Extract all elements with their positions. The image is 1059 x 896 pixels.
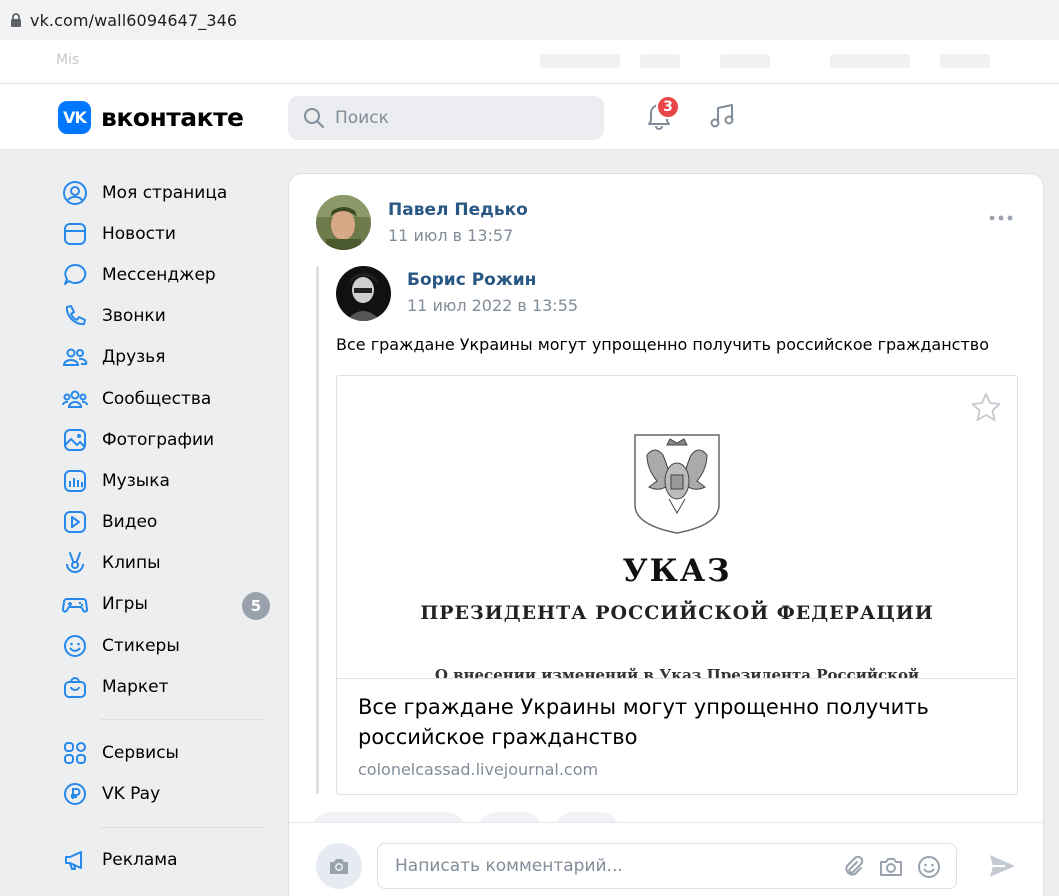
send-icon[interactable]	[987, 851, 1017, 881]
search-input[interactable]	[335, 108, 585, 128]
sidebar-item-communities[interactable]: Сообщества	[60, 378, 270, 419]
sidebar-item-label: Друзья	[102, 347, 166, 368]
comment-input[interactable]	[395, 856, 825, 876]
lock-icon	[6, 13, 26, 27]
sidebar-item-label: Мессенджер	[102, 264, 216, 285]
vk-logo[interactable]: VK вконтакте	[58, 101, 244, 134]
sidebar-item-label: Фотографии	[102, 429, 215, 450]
music-icon	[60, 466, 90, 496]
phone-icon	[60, 301, 90, 331]
left-sidebar: Моя страница Новости Мессенджер Звонки Д…	[60, 172, 270, 881]
sidebar-item-label: Новости	[102, 223, 176, 244]
post-author-name[interactable]: Павел Педько	[388, 200, 528, 220]
site-header: VK вконтакте 3	[0, 84, 1059, 150]
camera-icon[interactable]	[878, 854, 904, 880]
repost-author-avatar[interactable]	[336, 266, 391, 321]
repost-indent-bar	[316, 266, 319, 794]
decree-subtitle: ПРЕЗИДЕНТА РОССИЙСКОЙ ФЕДЕРАЦИИ	[420, 602, 934, 624]
music-player-button[interactable]	[706, 99, 740, 133]
gamepad-icon	[60, 589, 90, 619]
current-user-avatar[interactable]	[316, 843, 362, 889]
sidebar-item-label: VK Pay	[102, 784, 161, 805]
music-note-icon	[710, 104, 734, 128]
market-icon	[60, 672, 90, 702]
sidebar-item-label: Игры	[102, 594, 148, 615]
search-icon	[304, 108, 324, 128]
sidebar-item-my-page[interactable]: Моя страница	[60, 172, 270, 213]
sidebar-item-label: Видео	[102, 512, 158, 533]
search-box[interactable]	[288, 96, 604, 140]
sidebar-item-label: Сервисы	[102, 743, 179, 764]
vkpay-icon	[60, 779, 90, 809]
services-icon	[60, 738, 90, 768]
sidebar-item-label: Звонки	[102, 306, 166, 327]
link-preview-image[interactable]: УКАЗ ПРЕЗИДЕНТА РОССИЙСКОЙ ФЕДЕРАЦИИ О в…	[337, 376, 1017, 679]
link-title[interactable]: Все граждане Украины могут упрощенно пол…	[358, 692, 978, 752]
notifications-button[interactable]: 3	[642, 95, 680, 132]
repost-author-name[interactable]: Борис Рожин	[407, 270, 536, 290]
sidebar-item-photos[interactable]: Фотографии	[60, 419, 270, 460]
more-options-icon[interactable]	[989, 214, 1013, 222]
sidebar-item-news[interactable]: Новости	[60, 213, 270, 254]
sidebar-item-music[interactable]: Музыка	[60, 460, 270, 501]
newsfeed-icon	[60, 219, 90, 249]
sidebar-item-label: Реклама	[102, 850, 178, 871]
sidebar-item-stickers[interactable]: Стикеры	[60, 625, 270, 666]
sidebar-item-games[interactable]: Игры 5	[60, 584, 270, 625]
sidebar-item-label: Сообщества	[102, 388, 212, 409]
sidebar-item-services[interactable]: Сервисы	[60, 732, 270, 773]
communities-icon	[60, 384, 90, 414]
address-url[interactable]: vk.com/wall6094647_346	[30, 11, 237, 30]
sidebar-item-label: Музыка	[102, 470, 170, 491]
user-circle-icon	[60, 178, 90, 208]
smile-icon	[60, 631, 90, 661]
wall-post: Павел Педько 11 июл в 13:57 Борис Рожин …	[288, 173, 1044, 896]
decree-title: УКАЗ	[622, 553, 732, 589]
post-text: Все граждане Украины могут упрощенно пол…	[336, 335, 990, 354]
post-timestamp[interactable]: 11 июл в 13:57	[388, 226, 513, 245]
coat-of-arms-icon	[634, 434, 720, 534]
comment-field[interactable]	[377, 843, 957, 889]
attach-icon[interactable]	[840, 854, 866, 880]
sidebar-item-market[interactable]: Маркет	[60, 666, 270, 707]
sidebar-item-label: Клипы	[102, 553, 161, 574]
comment-tools	[840, 854, 942, 880]
clips-icon	[60, 548, 90, 578]
sidebar-item-ads[interactable]: Реклама	[60, 840, 270, 881]
bookmark-item[interactable]: Mis	[56, 52, 79, 68]
vk-logo-text: вконтакте	[101, 103, 244, 132]
message-icon	[60, 260, 90, 290]
bookmarks-bar: Mis	[0, 40, 1059, 84]
photo-icon	[60, 425, 90, 455]
author-avatar[interactable]	[316, 195, 371, 250]
decree-line: О внесении изменений в Указ Президента Р…	[434, 666, 920, 679]
link-domain[interactable]: colonelcassad.livejournal.com	[358, 760, 598, 779]
sidebar-divider	[100, 719, 266, 721]
games-counter-badge: 5	[242, 591, 270, 620]
browser-address-bar[interactable]: vk.com/wall6094647_346	[0, 0, 1059, 40]
vk-logo-mark: VK	[58, 101, 91, 134]
sidebar-item-video[interactable]: Видео	[60, 502, 270, 543]
megaphone-icon	[60, 845, 90, 875]
sidebar-item-label: Моя страница	[102, 182, 228, 203]
friends-icon	[60, 342, 90, 372]
camera-icon	[330, 859, 348, 874]
sidebar-item-friends[interactable]: Друзья	[60, 337, 270, 378]
sidebar-item-calls[interactable]: Звонки	[60, 296, 270, 337]
star-icon[interactable]	[969, 390, 1003, 424]
sidebar-item-label: Стикеры	[102, 635, 180, 656]
sidebar-item-clips[interactable]: Клипы	[60, 543, 270, 584]
repost-timestamp[interactable]: 11 июл 2022 в 13:55	[407, 296, 578, 315]
notifications-badge: 3	[656, 95, 680, 119]
video-icon	[60, 507, 90, 537]
sidebar-divider	[100, 826, 266, 828]
sidebar-item-vkpay[interactable]: VK Pay	[60, 774, 270, 815]
emoji-icon[interactable]	[916, 854, 942, 880]
sidebar-item-label: Маркет	[102, 676, 169, 697]
comment-composer	[289, 822, 1043, 896]
sidebar-item-messenger[interactable]: Мессенджер	[60, 254, 270, 295]
link-snippet[interactable]: УКАЗ ПРЕЗИДЕНТА РОССИЙСКОЙ ФЕДЕРАЦИИ О в…	[336, 375, 1018, 795]
